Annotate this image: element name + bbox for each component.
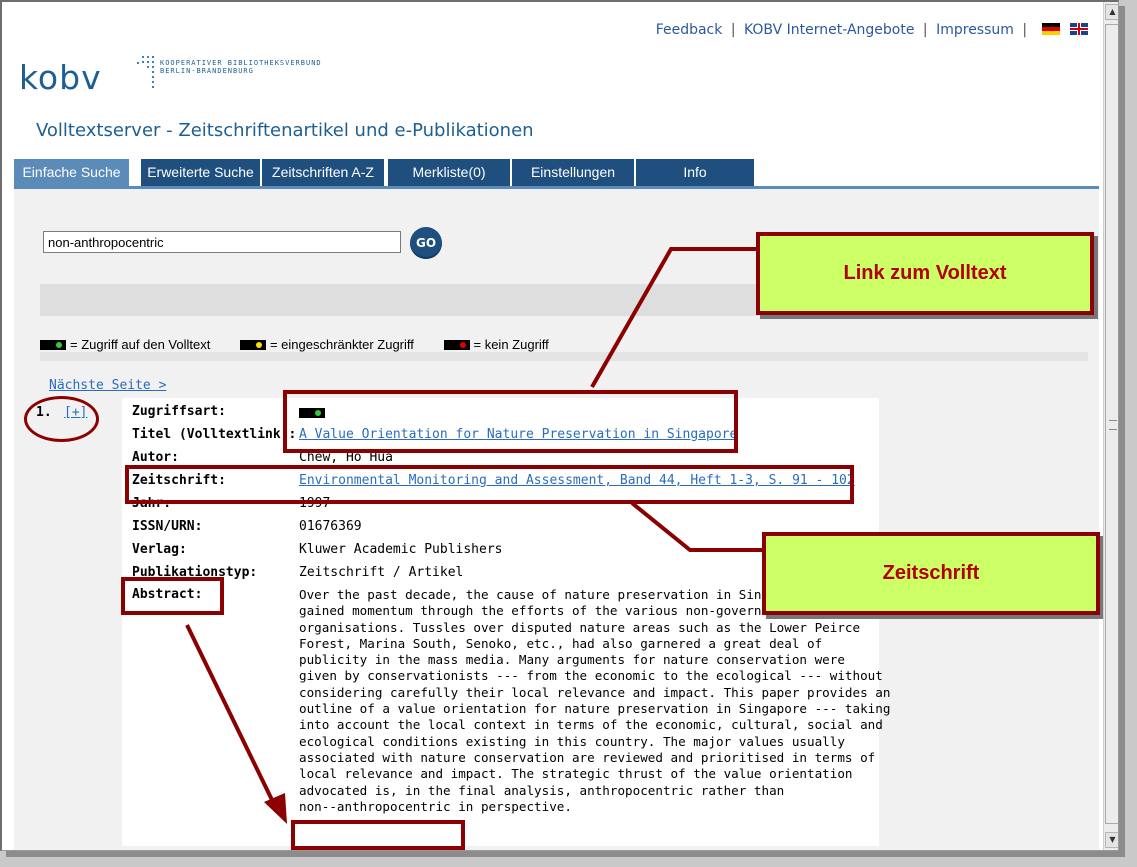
title-highlight-box — [283, 390, 738, 453]
abstract-highlight-box — [121, 577, 224, 615]
scroll-thumb[interactable] — [1105, 24, 1118, 824]
callout-zeitschrift: Zeitschrift — [762, 532, 1100, 615]
result-number-highlight — [24, 396, 99, 442]
zeitschrift-highlight-box — [125, 465, 854, 504]
scroll-down-icon[interactable]: ▼ — [1105, 832, 1118, 848]
search-term-highlight-box — [291, 820, 465, 850]
vertical-scrollbar[interactable]: ▲ ▼ — [1103, 2, 1118, 850]
callout-volltext: Link zum Volltext — [756, 232, 1094, 315]
window-shadow — [6, 851, 1125, 857]
window-shadow — [1119, 6, 1125, 857]
browser-window: Feedback | KOBV Internet-Angebote | Impr… — [0, 0, 1119, 851]
scroll-up-icon[interactable]: ▲ — [1105, 4, 1118, 20]
